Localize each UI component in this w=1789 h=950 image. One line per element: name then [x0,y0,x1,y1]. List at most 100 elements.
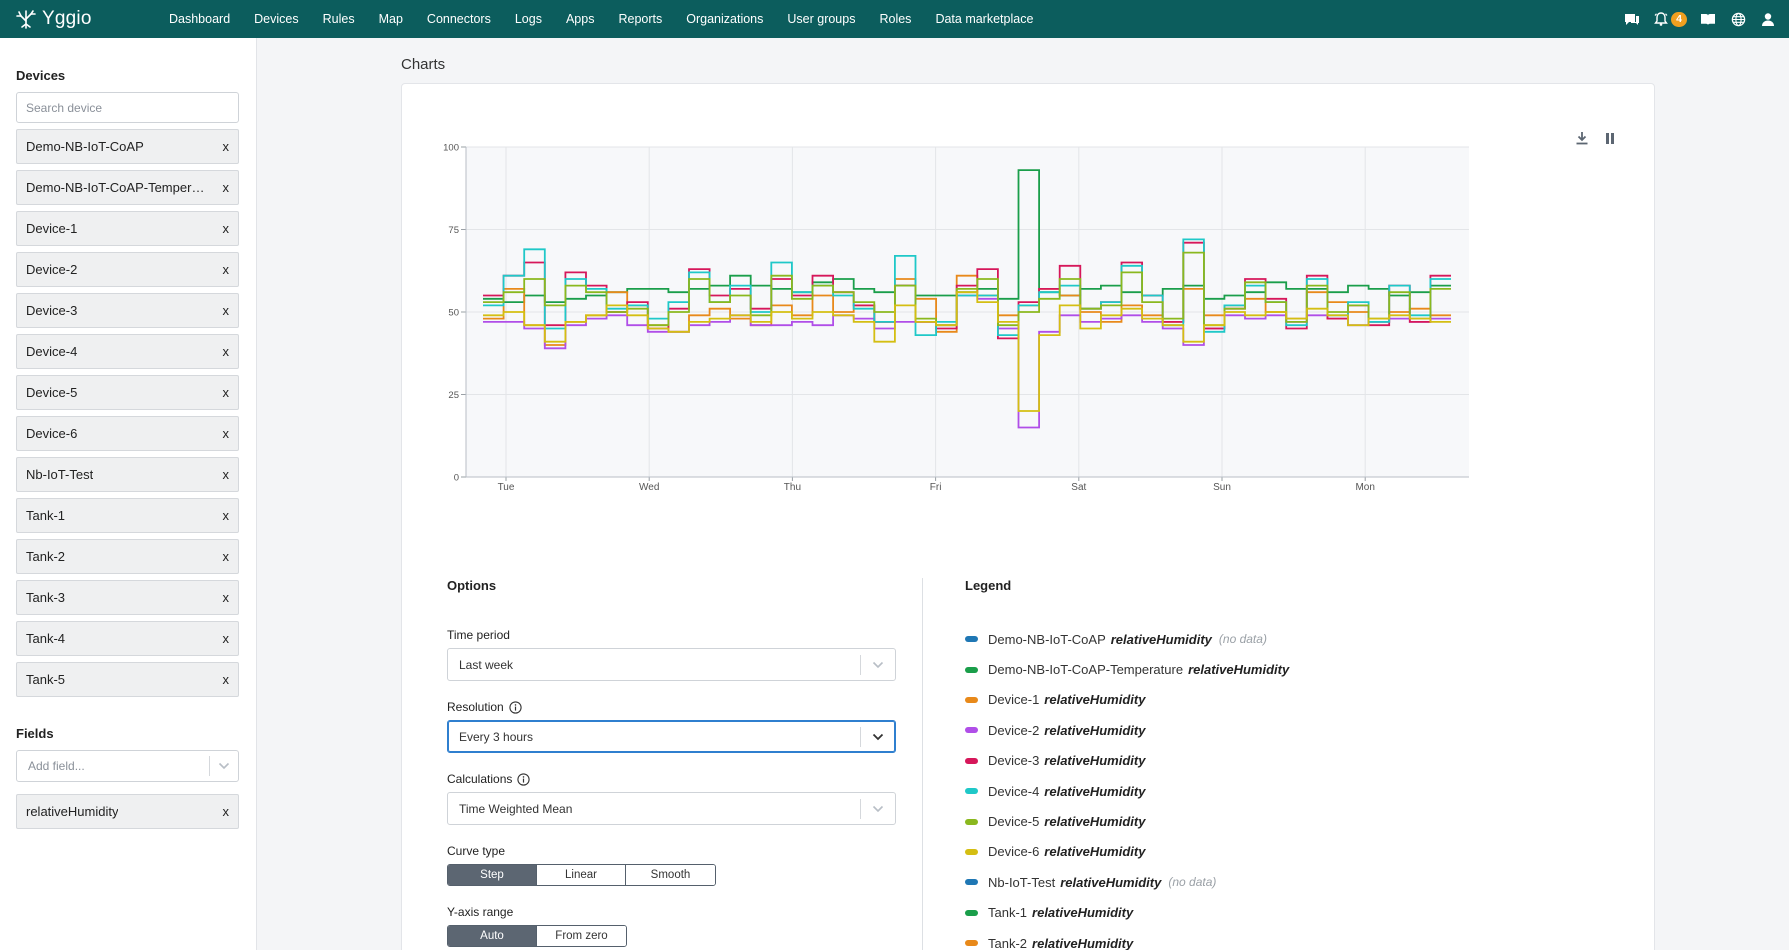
legend-swatch [965,666,978,673]
nav-links: Dashboard Devices Rules Map Connectors Logs Ap… [157,0,1045,38]
nav-link-organizations[interactable]: Organizations [674,0,775,38]
selected-device-chip: Tank-5 x [16,662,239,697]
nav-link-apps[interactable]: Apps [554,0,607,38]
remove-device-button[interactable]: x [217,303,230,318]
legend-item[interactable]: Device-6 relativeHumidity [965,837,1585,867]
remove-device-button[interactable]: x [217,385,230,400]
message-icon[interactable] [1623,10,1641,28]
legend-item[interactable]: Device-3 relativeHumidity [965,746,1585,776]
legend-swatch [965,727,978,734]
chevron-down-icon[interactable] [218,762,238,770]
selected-device-chip: Tank-4 x [16,621,239,656]
device-name: Tank-4 [26,631,66,646]
time-period-select[interactable]: Last week [447,648,896,681]
nav-link-connectors[interactable]: Connectors [415,0,503,38]
remove-device-button[interactable]: x [217,426,230,441]
nav-link-logs[interactable]: Logs [503,0,554,38]
curve-type-linear-button[interactable]: Linear [537,865,626,885]
remove-device-button[interactable]: x [217,344,230,359]
add-field-placeholder: Add field... [28,759,85,773]
remove-device-button[interactable]: x [217,549,230,564]
nav-link-dashboard[interactable]: Dashboard [157,0,242,38]
x-tick-label: Thu [784,482,801,493]
selected-device-chip: Device-1 x [16,211,239,246]
remove-device-button[interactable]: x [217,262,230,277]
search-device-input[interactable] [16,92,239,123]
selected-device-chip: Device-2 x [16,252,239,287]
y-axis-from-zero-button[interactable]: From zero [537,926,626,946]
nav-link-devices[interactable]: Devices [242,0,310,38]
chevron-down-icon[interactable] [861,733,895,741]
user-icon[interactable] [1759,10,1777,28]
resolution-value: Every 3 hours [459,729,534,744]
legend-item[interactable]: Demo-NB-IoT-CoAP relativeHumidity (no data… [965,624,1585,654]
legend-field-name: relativeHumidity [1032,905,1134,921]
x-tick-label: Fri [930,482,942,493]
selected-device-chip: Device-4 x [16,334,239,369]
remove-device-button[interactable]: x [217,467,230,482]
book-icon[interactable] [1699,10,1717,28]
legend-field-name: relativeHumidity [1032,935,1134,950]
field-name: relativeHumidity [26,804,119,819]
legend-field-name: relativeHumidity [1044,814,1146,830]
brand[interactable]: Yggio [0,0,157,38]
nav-link-roles[interactable]: Roles [867,0,923,38]
legend-item[interactable]: Tank-2 relativeHumidity [965,928,1585,950]
selected-field-chip: relativeHumidity x [16,794,239,829]
legend-device-name: Demo-NB-IoT-CoAP [988,631,1106,647]
legend-item[interactable]: Device-5 relativeHumidity [965,806,1585,836]
legend-item[interactable]: Nb-IoT-Test relativeHumidity (no data) [965,867,1585,897]
options-panel: Options Time period Last week Resolution… [447,578,897,947]
remove-field-button[interactable]: x [217,804,230,819]
legend-item[interactable]: Tank-1 relativeHumidity [965,898,1585,928]
device-name: Device-6 [26,426,78,441]
remove-device-button[interactable]: x [217,631,230,646]
remove-device-button[interactable]: x [217,180,230,195]
humidity-step-chart: 0 25 50 75 100 Tue Wed Thu Fri Sat Sun Mon [443,143,1469,493]
legend-swatch [965,909,978,916]
add-field-select[interactable]: Add field... [16,750,239,782]
notifications-button[interactable]: 4 [1653,10,1687,28]
options-legend-divider [922,578,923,950]
device-name: Demo-NB-IoT-CoAP [26,139,144,154]
legend-swatch [965,636,978,643]
nav-link-rules[interactable]: Rules [311,0,367,38]
remove-device-button[interactable]: x [217,672,230,687]
legend-field-name: relativeHumidity [1110,631,1212,647]
remove-device-button[interactable]: x [217,590,230,605]
curve-type-step-button[interactable]: Step [448,865,537,885]
legend-item[interactable]: Device-4 relativeHumidity [965,776,1585,806]
selected-device-chip: Demo-NB-IoT-CoAP x [16,129,239,164]
calculations-select[interactable]: Time Weighted Mean [447,792,896,825]
curve-type-smooth-button[interactable]: Smooth [626,865,715,885]
chevron-down-icon[interactable] [861,661,895,669]
resolution-label: Resolution [447,700,504,714]
legend-item[interactable]: Demo-NB-IoT-CoAP-Temperature relativeHumi… [965,654,1585,684]
legend-field-name: relativeHumidity [1044,753,1146,769]
device-name: Tank-3 [26,590,66,605]
resolution-select[interactable]: Every 3 hours [447,720,896,753]
legend-field-name: relativeHumidity [1188,662,1290,678]
legend-item[interactable]: Device-2 relativeHumidity [965,715,1585,745]
legend-swatch [965,757,978,764]
sidebar: Devices Demo-NB-IoT-CoAPxDemo-NB-IoT-CoA… [0,38,257,950]
selected-fields-list: relativeHumidity x [16,794,240,829]
remove-device-button[interactable]: x [217,508,230,523]
remove-device-button[interactable]: x [217,221,230,236]
nav-link-data-marketplace[interactable]: Data marketplace [923,0,1045,38]
chevron-down-icon[interactable] [861,805,895,813]
nav-link-reports[interactable]: Reports [606,0,674,38]
y-axis-auto-button[interactable]: Auto [448,926,537,946]
legend-device-name: Device-5 [988,814,1040,830]
nav-link-map[interactable]: Map [367,0,415,38]
globe-icon[interactable] [1729,10,1747,28]
legend-item[interactable]: Device-1 relativeHumidity [965,685,1585,715]
legend-swatch [965,848,978,855]
info-icon[interactable] [517,772,531,786]
device-name: Device-4 [26,344,78,359]
device-name: Demo-NB-IoT-CoAP-Temperature [26,180,206,195]
remove-device-button[interactable]: x [217,139,230,154]
info-icon[interactable] [509,700,522,714]
nav-link-user-groups[interactable]: User groups [775,0,867,38]
page-title: Charts [401,56,446,73]
